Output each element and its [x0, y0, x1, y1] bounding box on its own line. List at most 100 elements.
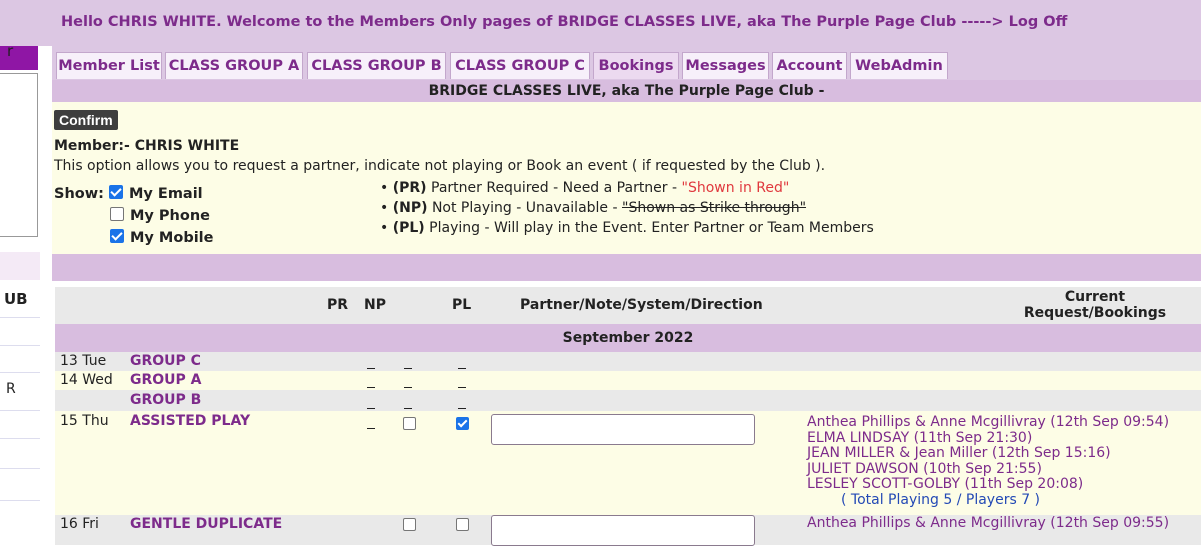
tab-class-group-b[interactable]: CLASS GROUP B: [307, 52, 446, 79]
sidebar-divider: [0, 317, 40, 318]
legend-note-red: "Shown in Red": [681, 180, 790, 196]
show-row-email: Show: My Email: [54, 185, 203, 202]
show-phone-label: My Phone: [130, 208, 210, 224]
tab-member-list[interactable]: Member List: [56, 52, 162, 79]
legend-text: Not Playing - Unavailable -: [431, 200, 618, 216]
option-description: This option allows you to request a part…: [54, 158, 826, 174]
pr-dash: [367, 387, 375, 388]
tab-account[interactable]: Account: [772, 52, 847, 79]
booking-entry: JEAN MILLER & Jean Miller (12th Sep 15:1…: [807, 445, 1111, 461]
sidebar: r UB R: [0, 0, 40, 524]
legend-item-np: • (NP) Not Playing - Unavailable - "Show…: [380, 200, 807, 216]
pl-dash: [458, 368, 466, 369]
pr-dash: [367, 428, 375, 429]
pl-dash: [458, 387, 466, 388]
sidebar-club-fragment: UB: [4, 290, 28, 308]
legend-item-pl: • (PL) Playing - Will play in the Event.…: [380, 220, 874, 236]
table-row: 16 Fri GENTLE DUPLICATE Anthea Phillips …: [55, 515, 1201, 546]
booking-options-panel: Confirm Member:- CHRIS WHITE This option…: [52, 102, 1201, 254]
row-day: 15 Thu: [60, 413, 109, 429]
np-checkbox[interactable]: [403, 417, 416, 430]
pr-dash: [367, 368, 375, 369]
sidebar-box: [0, 73, 38, 237]
welcome-bar: Hello CHRIS WHITE. Welcome to the Member…: [0, 0, 1201, 46]
show-label: Show:: [54, 186, 104, 202]
column-header-current-line1: Current: [1064, 289, 1126, 305]
legend-note-strike: "Shown as Strike through": [622, 200, 807, 216]
row-day: 14 Wed: [60, 372, 113, 388]
main-content: Hello CHRIS WHITE. Welcome to the Member…: [0, 0, 1201, 546]
np-dash: [404, 368, 412, 369]
show-email-checkbox[interactable]: [108, 185, 123, 199]
sidebar-divider: [0, 345, 40, 346]
row-event[interactable]: ASSISTED PLAY: [130, 413, 250, 429]
confirm-button[interactable]: Confirm: [54, 110, 118, 130]
legend-code: (PL): [392, 220, 425, 236]
column-header-np: NP: [364, 297, 386, 313]
month-heading: September 2022: [55, 324, 1201, 352]
row-event[interactable]: GENTLE DUPLICATE: [130, 516, 282, 532]
column-header-current: Current Request/Bookings: [995, 289, 1195, 321]
row-event[interactable]: GROUP A: [130, 372, 202, 388]
welcome-text: Hello CHRIS WHITE. Welcome to the Member…: [61, 14, 1067, 30]
show-row-mobile: My Mobile: [110, 229, 213, 246]
sidebar-divider: [0, 500, 40, 501]
sidebar-divider: [0, 468, 40, 469]
np-dash: [404, 387, 412, 388]
table-row: GROUP B: [55, 390, 1201, 411]
booking-total: ( Total Playing 5 / Players 7 ): [841, 491, 1041, 508]
pl-dash: [458, 408, 466, 409]
tab-messages[interactable]: Messages: [682, 52, 769, 79]
sidebar-band: [0, 252, 40, 280]
legend-code: (PR): [392, 180, 427, 196]
np-dash: [404, 408, 412, 409]
legend-code: (NP): [392, 200, 428, 216]
row-day: 13 Tue: [60, 353, 107, 369]
current-bookings: Anthea Phillips & Anne Mcgillivray (12th…: [807, 414, 1170, 508]
legend-item-pr: • (PR) Partner Required - Need a Partner…: [380, 180, 790, 196]
column-header-partner: Partner/Note/System/Direction: [520, 297, 763, 313]
bookings-table: PR NP PL Partner/Note/System/Direction C…: [55, 287, 1201, 546]
member-name: Member:- CHRIS WHITE: [54, 138, 240, 154]
tab-class-group-c[interactable]: CLASS GROUP C: [450, 52, 590, 79]
sidebar-divider: [0, 372, 40, 373]
booking-entry: LESLEY SCOTT-GOLBY (11th Sep 20:08): [807, 476, 1084, 492]
partner-input[interactable]: [491, 515, 755, 546]
sidebar-divider: [0, 410, 40, 411]
column-header-pl: PL: [452, 297, 472, 313]
table-row: 15 Thu ASSISTED PLAY Anthea Phillips & A…: [55, 411, 1201, 515]
show-row-phone: My Phone: [110, 207, 210, 224]
sidebar-divider: [0, 438, 40, 439]
booking-entry: ELMA LINDSAY (11th Sep 21:30): [807, 429, 1033, 446]
show-mobile-checkbox[interactable]: [110, 229, 124, 243]
welcome-message: Hello CHRIS WHITE. Welcome to the Member…: [61, 14, 1004, 30]
logoff-link[interactable]: Log Off: [1009, 14, 1068, 30]
sidebar-fragment-text: R: [6, 381, 16, 397]
row-day: 16 Fri: [60, 516, 99, 532]
booking-entry: JULIET DAWSON (10th Sep 21:55): [807, 460, 1042, 477]
pr-dash: [367, 408, 375, 409]
show-phone-checkbox[interactable]: [110, 207, 124, 221]
tab-bar: Member List CLASS GROUP A CLASS GROUP B …: [52, 46, 1201, 80]
section-divider-bar: [52, 254, 1201, 281]
table-row: 13 Tue GROUP C: [55, 352, 1201, 371]
show-email-label: My Email: [128, 186, 203, 202]
table-row: 14 Wed GROUP A: [55, 371, 1201, 390]
tab-class-group-a[interactable]: CLASS GROUP A: [165, 52, 303, 79]
club-title-bar: BRIDGE CLASSES LIVE, aka The Purple Page…: [52, 80, 1201, 102]
booking-entry: Anthea Phillips & Anne Mcgillivray (12th…: [807, 414, 1170, 430]
show-mobile-label: My Mobile: [130, 230, 214, 246]
partner-input[interactable]: [491, 414, 755, 445]
row-event[interactable]: GROUP B: [130, 392, 201, 408]
table-header: PR NP PL Partner/Note/System/Direction C…: [55, 287, 1201, 324]
tab-webadmin[interactable]: WebAdmin: [850, 52, 948, 79]
legend-text: Partner Required - Need a Partner -: [431, 180, 678, 196]
column-header-pr: PR: [327, 297, 349, 313]
np-checkbox[interactable]: [403, 518, 416, 531]
pl-checkbox[interactable]: [456, 417, 469, 430]
legend-text: Playing - Will play in the Event. Enter …: [429, 220, 874, 236]
row-event[interactable]: GROUP C: [130, 353, 201, 369]
column-header-current-line2: Request/Bookings: [1023, 305, 1167, 321]
pl-checkbox[interactable]: [456, 518, 469, 531]
tab-bookings[interactable]: Bookings: [593, 52, 679, 79]
